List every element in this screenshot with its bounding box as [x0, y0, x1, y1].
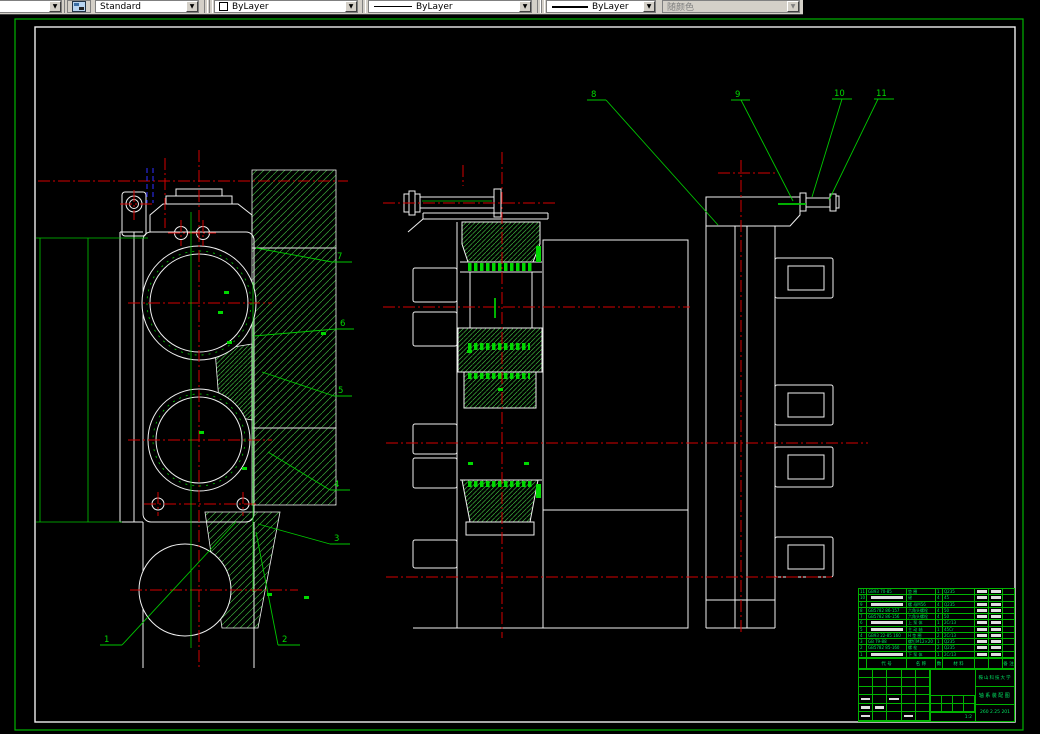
callout-4: 4	[334, 480, 339, 490]
color-swatch-icon	[219, 2, 228, 11]
header-note: 备 注	[1003, 661, 1014, 667]
middle-view	[403, 188, 689, 629]
parts-list-header: 代 号 名 称 数 材 料 备 注	[858, 658, 1015, 669]
toolbar-separator	[362, 0, 366, 13]
callout-7: 7	[337, 252, 342, 262]
cutoff-combo[interactable]: ▼	[0, 0, 62, 13]
header-name: 名 称	[907, 659, 936, 668]
toolbar-separator	[541, 0, 545, 13]
chevron-down-icon[interactable]: ▼	[49, 1, 61, 12]
callout-11: 11	[876, 89, 887, 99]
toolbar-separator	[204, 0, 208, 13]
title-block-main: 1:2 鞍山科技大学 轴系装配图 260 2.25 201	[858, 669, 1015, 722]
header-material: 材 料	[943, 659, 975, 668]
lineweight-combo-value: ByLayer	[592, 1, 629, 12]
color-combo-value: ByLayer	[232, 1, 269, 12]
callout-2: 2	[282, 635, 287, 645]
chevron-down-icon[interactable]: ▼	[345, 1, 357, 12]
lineweight-sample-icon	[552, 5, 588, 8]
drawing-number: 260 2.25 201	[979, 710, 1011, 716]
drawing-title: 轴系装配图	[976, 687, 1014, 705]
header-code: 代 号	[867, 659, 907, 668]
parts-list: 11 GB93 70-85 垫 圈1 Q235 10 键4 45 9 螺 母M56…	[858, 588, 1015, 658]
plotstyle-combo-value: 随颜色	[667, 3, 695, 13]
callout-6: 6	[340, 319, 345, 329]
toolbar-separator	[209, 0, 213, 13]
callout-9: 9	[735, 90, 740, 100]
callout-10: 10	[834, 89, 845, 99]
color-combo[interactable]: ByLayer ▼	[214, 0, 358, 13]
stage-mark-area: 1:2	[931, 670, 976, 721]
chevron-down-icon[interactable]: ▼	[519, 1, 531, 12]
callout-5: 5	[338, 386, 343, 396]
hidden-lines	[146, 168, 154, 203]
right-view	[705, 192, 840, 629]
signature-grid	[859, 670, 931, 721]
table-row: 1 下 泵 体1 2Cr13	[859, 651, 1014, 658]
callout-3: 3	[334, 534, 339, 544]
chevron-down-icon[interactable]: ▼	[643, 1, 655, 12]
callout-8: 8	[591, 90, 596, 100]
linetype-combo-value: ByLayer	[416, 1, 453, 12]
linetype-sample-icon	[374, 6, 412, 7]
make-layer-current-button[interactable]	[67, 0, 91, 13]
toolbar: ▼ Standard ▼ ByLayer ▼ ByLayer ▼ ByLayer…	[0, 0, 803, 15]
linetype-combo[interactable]: ByLayer ▼	[368, 0, 532, 13]
title-block: 11 GB93 70-85 垫 圈1 Q235 10 键4 45 9 螺 母M56…	[858, 588, 1015, 722]
style-combo[interactable]: Standard ▼	[95, 0, 199, 13]
chevron-down-icon: ▼	[787, 1, 799, 12]
style-combo-value: Standard	[100, 1, 141, 12]
chevron-down-icon[interactable]: ▼	[186, 1, 198, 12]
layer-icon	[72, 1, 86, 12]
header-qty: 数	[936, 659, 943, 668]
scale-value: 1:2	[964, 714, 972, 720]
lineweight-combo[interactable]: ByLayer ▼	[546, 0, 656, 13]
callout-1: 1	[104, 635, 109, 645]
university-name: 鞍山科技大学	[976, 670, 1014, 688]
title-block-right: 鞍山科技大学 轴系装配图 260 2.25 201	[976, 670, 1014, 721]
plotstyle-combo: 随颜色 ▼	[662, 0, 800, 13]
